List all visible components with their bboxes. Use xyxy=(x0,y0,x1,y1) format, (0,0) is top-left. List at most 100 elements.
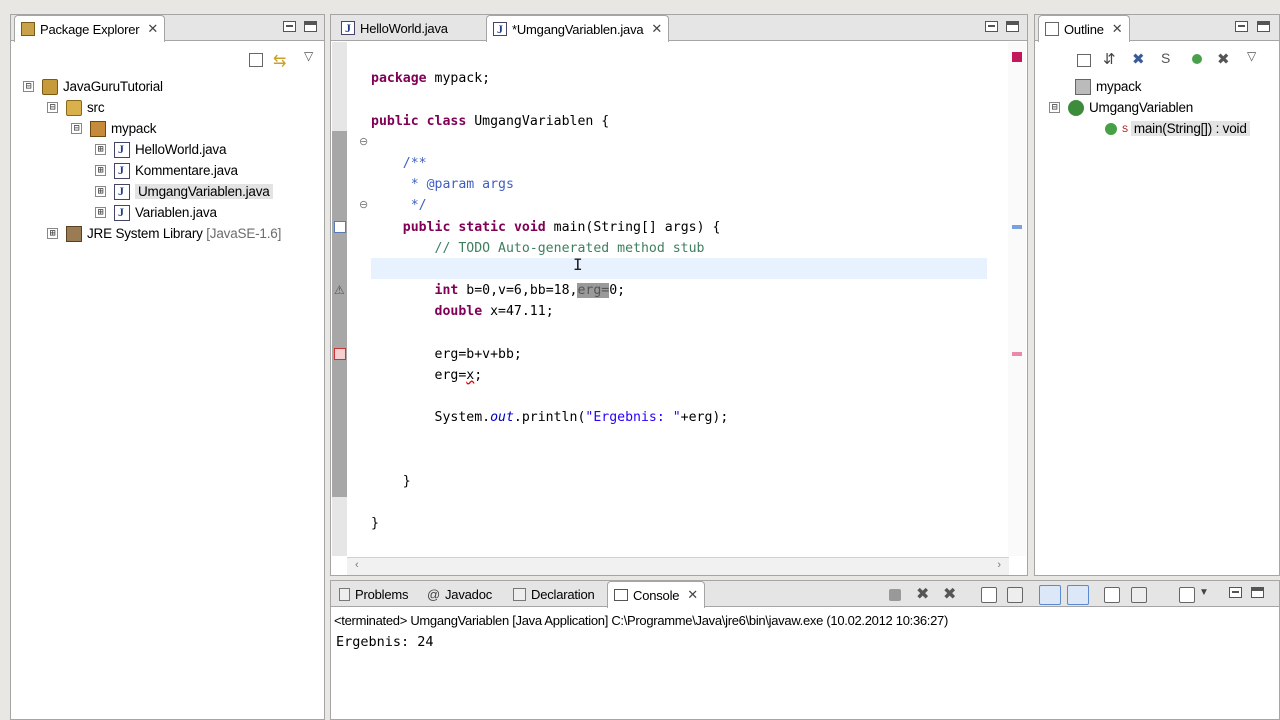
view-menu-icon[interactable]: ▽ xyxy=(1247,49,1256,63)
console-icon xyxy=(614,589,628,601)
error-summary-marker xyxy=(1012,52,1022,62)
tab-helloworld[interactable]: HelloWorld.java xyxy=(335,15,454,41)
java-file-icon xyxy=(114,162,130,179)
package-declaration-icon xyxy=(1075,78,1091,95)
maximize-view-button[interactable] xyxy=(1251,587,1264,598)
maximize-view-button[interactable] xyxy=(1257,21,1270,32)
hide-fields-icon[interactable]: ✖ xyxy=(1132,50,1145,68)
hide-static-icon[interactable]: S xyxy=(1161,50,1170,66)
close-icon[interactable]: ✕ xyxy=(651,21,662,37)
maximize-editor-button[interactable] xyxy=(1006,21,1019,32)
minimize-view-button[interactable] xyxy=(283,21,296,32)
expand-icon[interactable]: ⊞ xyxy=(95,144,106,155)
open-console-icon[interactable] xyxy=(1104,587,1120,603)
code-editor[interactable]: package mypack; public class UmgangVaria… xyxy=(371,47,728,575)
minimize-view-button[interactable] xyxy=(1229,587,1242,598)
close-icon[interactable]: ✕ xyxy=(687,587,698,603)
tab-javadoc[interactable]: @ Javadoc xyxy=(421,581,498,607)
java-file-icon xyxy=(114,141,130,158)
collapse-all-icon[interactable] xyxy=(249,53,263,67)
collapse-icon[interactable]: ⊟ xyxy=(47,102,58,113)
expand-icon[interactable]: ⊞ xyxy=(47,228,58,239)
fold-toggle-icon[interactable]: ⊖ xyxy=(359,198,368,211)
collapse-icon[interactable]: ⊟ xyxy=(23,81,34,92)
tree-item-label: JavaGuruTutorial xyxy=(63,79,163,94)
tab-umgangvariablen[interactable]: *UmgangVariablen.java ✕ xyxy=(486,15,670,42)
tab-label: Javadoc xyxy=(445,586,493,602)
method-icon xyxy=(1105,122,1117,135)
tab-label: Console xyxy=(633,587,680,603)
java-file-icon xyxy=(114,204,130,221)
java-file-icon xyxy=(493,22,507,37)
new-console-icon[interactable] xyxy=(1179,587,1195,603)
outline-item-label: mypack xyxy=(1096,79,1142,94)
overview-ruler xyxy=(1008,42,1026,556)
hide-nonpublic-icon[interactable] xyxy=(1192,54,1202,64)
expand-icon[interactable]: ⊞ xyxy=(95,165,106,176)
fold-toggle-icon[interactable]: ⊖ xyxy=(359,135,368,148)
minimize-editor-button[interactable] xyxy=(985,21,998,32)
tab-label: Declaration xyxy=(531,586,595,602)
tab-problems[interactable]: Problems xyxy=(333,581,414,607)
error-overview-marker xyxy=(1012,352,1022,356)
outline-item-label: UmgangVariablen xyxy=(1089,100,1194,115)
close-icon[interactable]: ✕ xyxy=(147,21,158,37)
view-menu-icon[interactable]: ▽ xyxy=(304,49,313,63)
collapse-all-icon[interactable] xyxy=(1077,54,1091,67)
outline-item-method[interactable]: S main(String[]) : void xyxy=(1105,118,1250,139)
package-explorer-tabbar: Package Explorer ✕ xyxy=(11,15,324,42)
tree-item-umgangvariablen[interactable]: ⊞ UmgangVariablen.java xyxy=(95,181,273,202)
task-overview-marker xyxy=(1012,225,1022,229)
scroll-left-icon[interactable]: ‹ xyxy=(355,559,359,571)
collapse-icon[interactable]: ⊟ xyxy=(71,123,82,134)
hide-local-types-icon[interactable]: ✖ xyxy=(1217,50,1230,68)
remove-all-terminated-icon[interactable]: ✖ xyxy=(943,587,959,603)
left-ruler xyxy=(332,42,347,556)
tree-item-label: Kommentare.java xyxy=(135,163,238,178)
display-console-icon[interactable] xyxy=(1131,587,1147,603)
tab-label: Problems xyxy=(355,586,409,602)
expand-icon[interactable]: ⊞ xyxy=(95,186,106,197)
view-menu-icon[interactable]: ▼ xyxy=(1199,587,1215,603)
library-icon xyxy=(66,225,82,242)
sort-icon[interactable]: ⇵ xyxy=(1103,50,1116,68)
tree-item-helloworld[interactable]: ⊞ HelloWorld.java xyxy=(95,139,226,160)
class-icon xyxy=(1068,99,1084,116)
tree-item-jre-library[interactable]: ⊞ JRE System Library [JavaSE-1.6] xyxy=(47,223,281,244)
scroll-right-icon[interactable]: › xyxy=(997,559,1001,571)
tree-item-kommentare[interactable]: ⊞ Kommentare.java xyxy=(95,160,238,181)
remove-launch-icon[interactable]: ✖ xyxy=(916,587,932,603)
bottom-tabbar: Problems @ Javadoc Declaration Console ✕… xyxy=(331,581,1279,608)
outline-item-class[interactable]: ⊟ UmgangVariablen xyxy=(1049,97,1193,118)
terminate-icon[interactable] xyxy=(889,589,901,601)
pin-console-icon[interactable] xyxy=(1039,585,1061,605)
tree-item-src[interactable]: ⊟ src xyxy=(47,97,105,118)
link-with-editor-icon[interactable]: ⇆ xyxy=(273,51,286,71)
problems-icon xyxy=(339,587,350,601)
expand-icon[interactable]: ⊞ xyxy=(95,207,106,218)
horizontal-scrollbar[interactable]: ‹ › xyxy=(347,557,1009,575)
outline-item-label: main(String[]) : void xyxy=(1130,121,1250,136)
project-icon xyxy=(42,78,58,95)
maximize-view-button[interactable] xyxy=(304,21,317,32)
tab-declaration[interactable]: Declaration xyxy=(507,581,601,607)
tab-package-explorer[interactable]: Package Explorer ✕ xyxy=(14,15,166,42)
tab-outline[interactable]: Outline ✕ xyxy=(1038,15,1130,42)
tree-item-suffix: [JavaSE-1.6] xyxy=(206,226,282,241)
tab-label: HelloWorld.java xyxy=(360,20,448,36)
tab-console[interactable]: Console ✕ xyxy=(607,581,705,608)
outline-item-package[interactable]: mypack xyxy=(1075,76,1142,97)
scroll-lock-icon[interactable] xyxy=(981,587,997,603)
minimize-view-button[interactable] xyxy=(1235,21,1248,32)
package-explorer-title: Package Explorer xyxy=(40,21,140,37)
tree-item-variablen[interactable]: ⊞ Variablen.java xyxy=(95,202,217,223)
tree-item-project[interactable]: ⊟ JavaGuruTutorial xyxy=(23,76,163,97)
tree-item-mypack[interactable]: ⊟ mypack xyxy=(71,118,157,139)
close-icon[interactable]: ✕ xyxy=(1112,21,1123,37)
tree-item-label: Variablen.java xyxy=(135,205,217,220)
warning-marker-icon: ⚠ xyxy=(334,283,345,297)
show-on-output-icon[interactable] xyxy=(1067,585,1089,605)
collapse-icon[interactable]: ⊟ xyxy=(1049,102,1060,113)
clear-console-icon[interactable] xyxy=(1007,587,1023,603)
task-marker-icon xyxy=(334,221,346,233)
